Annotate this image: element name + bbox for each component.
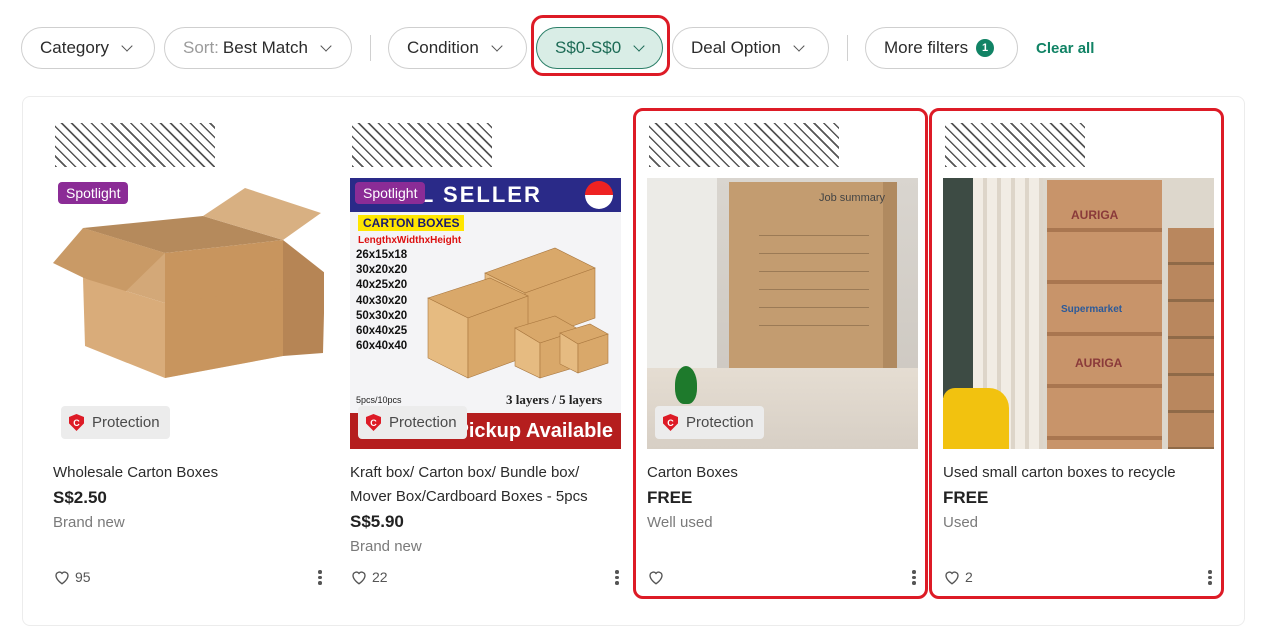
listing-info: Kraft box/ Carton box/ Bundle box/ Mover… [350, 461, 615, 559]
like-count: 22 [372, 569, 388, 585]
highlight-listing [929, 108, 1224, 599]
deal-option-label: Deal Option [691, 38, 781, 57]
condition-filter-label: Condition [407, 38, 479, 57]
heart-icon [55, 571, 69, 585]
listing-card[interactable]: Spotlight C Protection Wholesale Carton … [53, 97, 324, 612]
clear-all-link[interactable]: Clear all [1036, 40, 1094, 57]
category-filter[interactable]: Category [21, 27, 155, 69]
listing-condition: Brand new [53, 514, 125, 531]
category-filter-label: Category [40, 38, 109, 57]
like-button[interactable]: 95 [53, 568, 91, 586]
protection-badge: C Protection [358, 406, 467, 439]
more-options-button[interactable] [318, 568, 322, 587]
chevron-down-icon [320, 39, 332, 52]
like-count: 95 [75, 569, 91, 585]
more-filters-label: More filters [884, 38, 969, 57]
protection-label: Protection [389, 414, 457, 431]
listing-price: S$5.90 [350, 512, 404, 531]
listing-title[interactable]: Kraft box/ Carton box/ Bundle box/ Mover… [350, 461, 615, 509]
seller-name-redacted [55, 123, 215, 167]
filter-count-badge: 1 [976, 39, 995, 57]
spotlight-badge: Spotlight [58, 182, 129, 204]
chevron-down-icon [491, 39, 503, 52]
shield-icon: C [366, 414, 381, 431]
deal-option-filter[interactable]: Deal Option [672, 27, 829, 69]
like-button[interactable]: 22 [350, 568, 388, 586]
listing-info: Wholesale Carton Boxes S$2.50 Brand new [53, 461, 318, 535]
seller-name-redacted [352, 123, 492, 167]
chevron-down-icon [121, 39, 133, 52]
listing-card[interactable]: AL SELLER CARTON BOXES LengthxWidthxHeig… [350, 97, 621, 612]
divider [847, 35, 848, 61]
more-filters-button[interactable]: More filters 1 [865, 27, 1018, 69]
ad-pack: 5pcs/10pcs [356, 395, 402, 405]
sort-value: Best Match [222, 38, 308, 57]
ad-layers: 3 layers / 5 layers [506, 392, 603, 407]
chevron-down-icon [793, 39, 805, 52]
shield-icon: C [69, 414, 84, 431]
highlight-price-filter [531, 15, 670, 76]
protection-label: Protection [92, 414, 160, 431]
highlight-listing [633, 108, 928, 599]
more-options-button[interactable] [615, 568, 619, 587]
sort-filter[interactable]: Sort: Best Match [164, 27, 352, 69]
sort-prefix: Sort: [183, 38, 219, 57]
protection-badge: C Protection [61, 406, 170, 439]
condition-filter[interactable]: Condition [388, 27, 527, 69]
heart-icon [352, 571, 366, 585]
listing-title[interactable]: Wholesale Carton Boxes [53, 461, 318, 485]
listing-price: S$2.50 [53, 488, 107, 507]
spotlight-badge: Spotlight [355, 182, 426, 204]
listing-condition: Brand new [350, 538, 422, 555]
divider [370, 35, 371, 61]
